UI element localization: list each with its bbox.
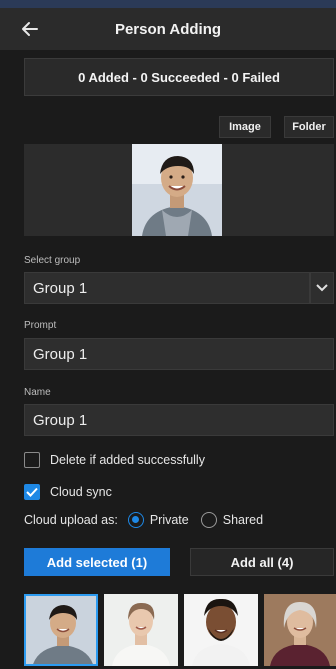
- thumbnail-strip: [24, 594, 336, 669]
- app-header: Person Adding: [0, 8, 336, 50]
- cloud-upload-options: Cloud upload as: Private Shared: [24, 512, 263, 528]
- prompt-input[interactable]: Group 1: [24, 338, 334, 370]
- delete-checkbox[interactable]: [24, 452, 40, 468]
- cloud-sync-checkbox[interactable]: [24, 484, 40, 500]
- folder-button[interactable]: Folder: [284, 116, 334, 138]
- delete-checkbox-label: Delete if added successfully: [50, 453, 205, 467]
- status-summary: 0 Added - 0 Succeeded - 0 Failed: [24, 58, 334, 96]
- name-label: Name: [24, 387, 51, 398]
- preview-person-photo: [132, 144, 222, 236]
- image-preview-area: [24, 144, 334, 236]
- group-dropdown-button[interactable]: [310, 272, 334, 304]
- name-input[interactable]: Group 1: [24, 404, 334, 436]
- shared-radio[interactable]: [200, 512, 217, 528]
- group-select[interactable]: Group 1: [24, 272, 310, 304]
- thumbnail-person-3[interactable]: [184, 594, 258, 666]
- window-top-strip: [0, 0, 336, 8]
- cloud-sync-option[interactable]: Cloud sync: [24, 484, 112, 500]
- image-button[interactable]: Image: [219, 116, 271, 138]
- cloud-sync-label: Cloud sync: [50, 485, 112, 499]
- add-all-button[interactable]: Add all (4): [190, 548, 334, 576]
- private-radio[interactable]: [127, 512, 144, 528]
- thumbnail-person-1[interactable]: [24, 594, 98, 666]
- chevron-down-icon: [316, 284, 328, 292]
- private-radio-label[interactable]: Private: [150, 513, 189, 527]
- thumbnail-person-4[interactable]: [264, 594, 336, 666]
- thumbnail-person-2[interactable]: [104, 594, 178, 666]
- delete-if-added-option[interactable]: Delete if added successfully: [24, 452, 205, 468]
- page-title: Person Adding: [114, 20, 222, 38]
- checkmark-icon: [26, 487, 38, 497]
- shared-radio-label[interactable]: Shared: [223, 513, 263, 527]
- add-selected-button[interactable]: Add selected (1): [24, 548, 170, 576]
- cloud-upload-label: Cloud upload as:: [24, 513, 118, 527]
- select-group-label: Select group: [24, 255, 81, 266]
- prompt-label: Prompt: [24, 320, 57, 331]
